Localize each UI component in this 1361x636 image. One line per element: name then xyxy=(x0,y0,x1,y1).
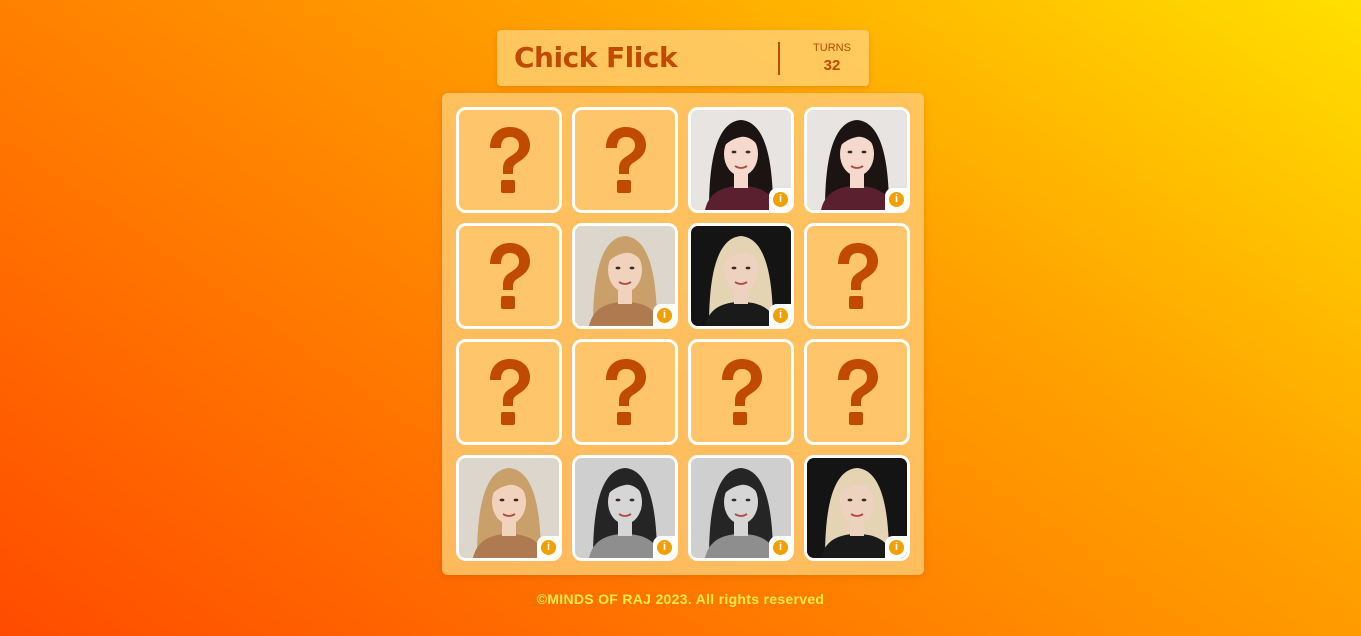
memory-card-hidden[interactable] xyxy=(456,223,562,329)
card-info-button[interactable]: i xyxy=(885,188,907,210)
question-mark-icon xyxy=(606,127,646,193)
memory-card-hidden[interactable] xyxy=(456,107,562,213)
info-icon: i xyxy=(889,540,904,555)
info-icon: i xyxy=(773,540,788,555)
memory-card-hidden[interactable] xyxy=(688,339,794,445)
question-mark-icon xyxy=(490,359,530,425)
memory-card-hidden[interactable] xyxy=(804,223,910,329)
memory-card-revealed[interactable]: i xyxy=(804,455,910,561)
card-info-button[interactable]: i xyxy=(885,536,907,558)
card-info-button[interactable]: i xyxy=(769,304,791,326)
info-icon: i xyxy=(541,540,556,555)
turns-label: TURNS xyxy=(813,42,851,54)
info-icon: i xyxy=(657,540,672,555)
memory-card-revealed[interactable]: i xyxy=(688,107,794,213)
memory-card-hidden[interactable] xyxy=(572,107,678,213)
question-mark-icon xyxy=(490,127,530,193)
card-info-button[interactable]: i xyxy=(769,188,791,210)
card-info-button[interactable]: i xyxy=(653,304,675,326)
question-mark-icon xyxy=(490,243,530,309)
game-header: Chick Flick TURNS 32 xyxy=(497,30,869,86)
memory-card-hidden[interactable] xyxy=(804,339,910,445)
info-icon: i xyxy=(773,192,788,207)
game-board: i i i i i i i i xyxy=(442,93,924,575)
card-info-button[interactable]: i xyxy=(653,536,675,558)
question-mark-icon xyxy=(606,359,646,425)
info-icon: i xyxy=(773,308,788,323)
footer-copyright: ©MINDS OF RAJ 2023. All rights reserved xyxy=(536,591,825,607)
memory-card-hidden[interactable] xyxy=(572,339,678,445)
question-mark-icon xyxy=(838,359,878,425)
question-mark-icon xyxy=(722,359,762,425)
question-mark-icon xyxy=(838,243,878,309)
memory-card-revealed[interactable]: i xyxy=(688,455,794,561)
info-icon: i xyxy=(889,192,904,207)
memory-card-revealed[interactable]: i xyxy=(572,223,678,329)
info-icon: i xyxy=(657,308,672,323)
memory-card-revealed[interactable]: i xyxy=(572,455,678,561)
game-title: Chick Flick xyxy=(514,41,678,74)
card-grid: i i i i i i i i xyxy=(456,107,910,561)
memory-card-hidden[interactable] xyxy=(456,339,562,445)
turns-counter: 32 xyxy=(823,57,841,74)
card-info-button[interactable]: i xyxy=(537,536,559,558)
memory-card-revealed[interactable]: i xyxy=(688,223,794,329)
card-info-button[interactable]: i xyxy=(769,536,791,558)
memory-card-revealed[interactable]: i xyxy=(804,107,910,213)
memory-card-revealed[interactable]: i xyxy=(456,455,562,561)
header-divider xyxy=(778,42,780,75)
